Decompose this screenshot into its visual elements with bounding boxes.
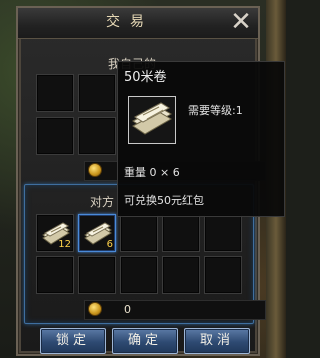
other-slot-1[interactable]: 12	[36, 214, 74, 252]
tooltip-level-requirement: 需要等级:1	[188, 104, 243, 117]
my-slot-1[interactable]	[36, 74, 74, 112]
other-slot-2[interactable]: 6	[78, 214, 116, 252]
my-slot-2[interactable]	[78, 74, 116, 112]
other-slot-2-count: 6	[106, 239, 113, 250]
confirm-button[interactable]: 确定	[112, 328, 178, 354]
other-slot-9[interactable]	[162, 256, 200, 294]
item-tooltip: 50米卷 需要等级:1 重量 0 × 6 可兑换50元红包	[117, 61, 285, 217]
other-money-field	[84, 300, 266, 320]
other-slot-8[interactable]	[120, 256, 158, 294]
tooltip-weight: 重量 0 × 6	[124, 166, 180, 179]
ticket-bundle-icon	[132, 102, 172, 135]
other-slot-4[interactable]	[162, 214, 200, 252]
gold-coin-icon	[88, 163, 102, 177]
other-slot-10[interactable]	[204, 256, 242, 294]
cancel-button[interactable]: 取消	[184, 328, 250, 354]
other-slot-5[interactable]	[204, 214, 242, 252]
window-title: 交易	[106, 14, 154, 30]
other-slot-7[interactable]	[78, 256, 116, 294]
other-slot-3[interactable]	[120, 214, 158, 252]
tooltip-item-icon	[128, 96, 176, 144]
gold-coin-icon	[88, 302, 102, 316]
my-slot-4[interactable]	[78, 117, 116, 155]
tooltip-item-name: 50米卷	[124, 70, 167, 85]
other-slot-1-count: 12	[58, 239, 71, 250]
close-icon[interactable]: ✕	[228, 9, 254, 36]
tooltip-description: 可兑换50元红包	[124, 194, 204, 207]
other-money-value: 0	[124, 303, 131, 316]
other-slot-6[interactable]	[36, 256, 74, 294]
other-section-label: 对方	[90, 195, 115, 209]
my-slot-3[interactable]	[36, 117, 74, 155]
lock-button[interactable]: 锁定	[40, 328, 106, 354]
